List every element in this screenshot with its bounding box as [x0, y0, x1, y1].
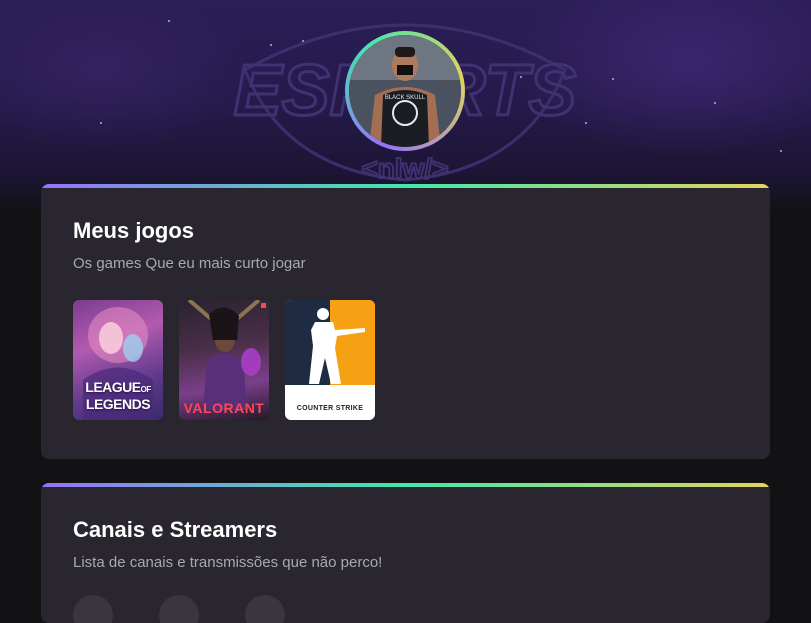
channels-card: Canais e Streamers Lista de canais e tra…: [41, 483, 770, 623]
game-counter-strike[interactable]: COUNTER STRIKE: [285, 300, 375, 420]
game-valorant[interactable]: VALORANT: [179, 300, 269, 420]
avatar[interactable]: BLACK SKULL: [345, 31, 465, 151]
games-list: LEAGUEOF LEGENDS VALORANT COUNTER STRIKE: [73, 300, 375, 420]
person-photo-icon: BLACK SKULL: [349, 35, 461, 147]
avatar-photo: BLACK SKULL: [349, 35, 461, 147]
channel-avatar[interactable]: [159, 595, 199, 623]
games-card: Meus jogos Os games Que eu mais curto jo…: [41, 184, 770, 459]
channel-avatar[interactable]: [245, 595, 285, 623]
channel-avatar[interactable]: [73, 595, 113, 623]
shirt-text: BLACK SKULL: [385, 95, 426, 101]
channels-list: [73, 595, 285, 623]
channels-subtitle: Lista de canais e transmissões que não p…: [73, 554, 383, 571]
game-label-lol: LEAGUEOF LEGENDS: [85, 379, 151, 412]
game-label-cs: COUNTER STRIKE: [296, 405, 364, 412]
counter-strike-art-icon: [285, 300, 375, 385]
game-label-valorant: VALORANT: [183, 400, 265, 416]
games-title: Meus jogos: [73, 218, 195, 243]
games-subtitle: Os games Que eu mais curto jogar: [73, 255, 306, 272]
game-league-of-legends[interactable]: LEAGUEOF LEGENDS: [73, 300, 163, 420]
channels-title: Canais e Streamers: [73, 517, 278, 542]
banner-subtext: <nlw/>: [361, 153, 448, 184]
